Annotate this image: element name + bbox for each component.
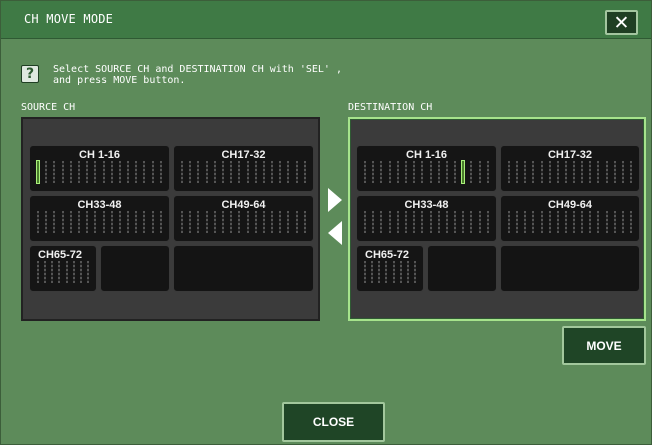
source-group-ch49-64[interactable]: CH49-64: [173, 195, 314, 242]
fader-strip: [37, 211, 162, 233]
group-label: CH17-32: [221, 149, 266, 161]
group-label: CH49-64: [221, 199, 266, 211]
source-ch-label: SOURCE CH: [21, 102, 76, 113]
source-ch-panel: CH 1-16 CH17-32 CH33-48 CH49-64 CH65-72: [21, 117, 320, 321]
group-label: CH65-72: [38, 249, 83, 261]
destination-group-empty: [427, 245, 497, 292]
source-group-ch65-72[interactable]: CH65-72: [29, 245, 97, 292]
group-label: CH 1-16: [406, 149, 447, 161]
help-line-2: and press MOVE button.: [53, 75, 186, 86]
source-group-ch1-16[interactable]: CH 1-16: [29, 145, 170, 192]
source-group-ch17-32[interactable]: CH17-32: [173, 145, 314, 192]
destination-group-ch33-48[interactable]: CH33-48: [356, 195, 497, 242]
destination-group-ch65-72[interactable]: CH65-72: [356, 245, 424, 292]
source-group-empty: [100, 245, 170, 292]
destination-ch-panel: CH 1-16 CH17-32 CH33-48 CH49-64 CH65-72: [348, 117, 646, 321]
fader-strip: [364, 211, 489, 233]
fader-strip: [181, 161, 306, 183]
group-label: CH17-32: [547, 149, 593, 161]
group-label: CH49-64: [547, 199, 593, 211]
source-group-ch33-48[interactable]: CH33-48: [29, 195, 170, 242]
group-label: CH33-48: [77, 199, 122, 211]
move-button[interactable]: MOVE: [562, 326, 646, 365]
destination-ch-label: DESTINATION CH: [348, 102, 433, 113]
help-line-1: Select SOURCE CH and DESTINATION CH with…: [53, 64, 342, 75]
fader-strip: [364, 160, 489, 184]
fader-strip: [37, 261, 89, 283]
fader-strip: [508, 211, 632, 233]
fader-strip: [181, 211, 306, 233]
arrow-right-icon: [328, 188, 342, 212]
destination-group-ch1-16[interactable]: CH 1-16: [356, 145, 497, 192]
destination-group-ch49-64[interactable]: CH49-64: [500, 195, 640, 242]
ch-move-mode-dialog: CH MOVE MODE ✕ ? Select SOURCE CH and DE…: [0, 0, 652, 445]
close-icon[interactable]: ✕: [605, 10, 638, 35]
source-group-empty: [173, 245, 314, 292]
fader-selected[interactable]: [461, 160, 466, 184]
fader-strip: [508, 161, 632, 183]
group-label: CH 1-16: [79, 149, 120, 161]
group-label: CH33-48: [404, 199, 449, 211]
fader-selected[interactable]: [36, 160, 40, 184]
fader-strip: [36, 160, 162, 184]
close-button[interactable]: CLOSE: [282, 402, 385, 442]
fader-strip: [364, 261, 416, 283]
title-bar: CH MOVE MODE ✕: [1, 1, 651, 39]
help-text: Select SOURCE CH and DESTINATION CH with…: [53, 64, 342, 86]
group-label: CH65-72: [365, 249, 410, 261]
dialog-title: CH MOVE MODE: [24, 12, 114, 26]
destination-group-ch17-32[interactable]: CH17-32: [500, 145, 640, 192]
arrow-left-icon: [328, 221, 342, 245]
help-icon: ?: [21, 65, 39, 83]
destination-group-empty: [500, 245, 640, 292]
